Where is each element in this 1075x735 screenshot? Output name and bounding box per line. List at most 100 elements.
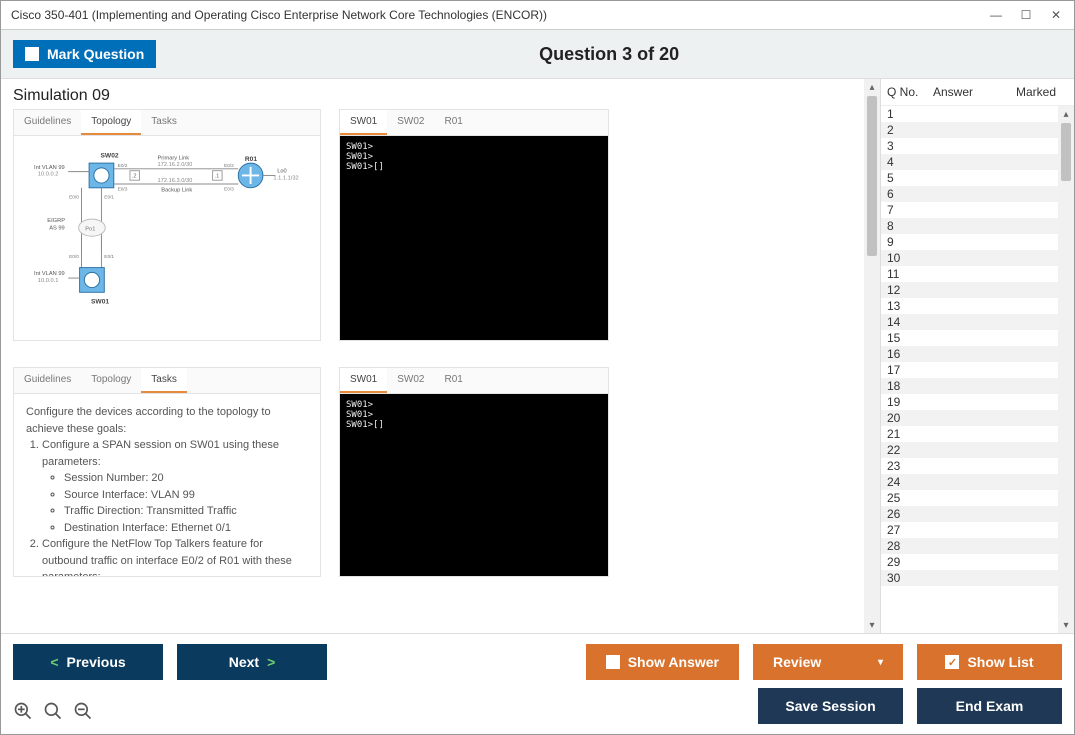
zoom-reset-icon[interactable] bbox=[43, 701, 63, 721]
app-window: Cisco 350-401 (Implementing and Operatin… bbox=[0, 0, 1075, 735]
question-row[interactable]: 10 bbox=[881, 250, 1058, 266]
tab-tasks[interactable]: Tasks bbox=[141, 110, 187, 135]
terminal-1[interactable]: SW01> SW01> SW01>[] bbox=[340, 136, 608, 340]
show-list-button[interactable]: ✓ Show List bbox=[917, 644, 1062, 680]
question-row[interactable]: 1 bbox=[881, 106, 1058, 122]
question-row[interactable]: 7 bbox=[881, 202, 1058, 218]
question-row[interactable]: 14 bbox=[881, 314, 1058, 330]
minimize-icon[interactable]: — bbox=[988, 7, 1004, 23]
backup-ip: 172.16.3.0/30 bbox=[158, 178, 193, 184]
topology-diagram: SW02 Int VLAN 99 10.0.0.2 R01 bbox=[14, 136, 320, 340]
previous-button[interactable]: < Previous bbox=[13, 644, 163, 680]
question-row[interactable]: 30 bbox=[881, 570, 1058, 586]
checkbox-icon bbox=[606, 655, 620, 669]
col-marked: Marked bbox=[1016, 85, 1068, 99]
question-row[interactable]: 16 bbox=[881, 346, 1058, 362]
zoom-out-icon[interactable] bbox=[73, 701, 93, 721]
col-answer: Answer bbox=[933, 85, 1016, 99]
col-qno: Q No. bbox=[887, 85, 933, 99]
tab-guidelines-2[interactable]: Guidelines bbox=[14, 368, 81, 393]
question-row[interactable]: 23 bbox=[881, 458, 1058, 474]
term2-tab-r01[interactable]: R01 bbox=[434, 368, 472, 393]
term-line: SW01> bbox=[346, 410, 602, 420]
tasks-card: Guidelines Topology Tasks Configure the … bbox=[13, 367, 321, 577]
end-exam-button[interactable]: End Exam bbox=[917, 688, 1062, 724]
question-row[interactable]: 29 bbox=[881, 554, 1058, 570]
term2-tab-sw02[interactable]: SW02 bbox=[387, 368, 434, 393]
question-row[interactable]: 17 bbox=[881, 362, 1058, 378]
tab-topology[interactable]: Topology bbox=[81, 110, 141, 135]
tab-topology-2[interactable]: Topology bbox=[81, 368, 141, 393]
task-1d: Destination Interface: Ethernet 0/1 bbox=[64, 520, 308, 537]
lo0-ip: 1.1.1.1/32 bbox=[273, 175, 298, 181]
task-1c: Traffic Direction: Transmitted Traffic bbox=[64, 503, 308, 520]
question-row[interactable]: 12 bbox=[881, 282, 1058, 298]
sw02-label: SW02 bbox=[101, 152, 119, 159]
main-scrollbar[interactable]: ▴ ▾ bbox=[864, 79, 880, 633]
scroll-down-icon[interactable]: ▾ bbox=[1058, 617, 1074, 633]
save-session-button[interactable]: Save Session bbox=[758, 688, 903, 724]
question-row[interactable]: 4 bbox=[881, 154, 1058, 170]
top-bar: Mark Question Question 3 of 20 bbox=[1, 30, 1074, 79]
scroll-down-icon[interactable]: ▾ bbox=[864, 617, 880, 633]
maximize-icon[interactable]: ☐ bbox=[1018, 7, 1034, 23]
show-answer-label: Show Answer bbox=[628, 654, 719, 670]
chevron-left-icon: < bbox=[50, 654, 58, 670]
question-row[interactable]: 27 bbox=[881, 522, 1058, 538]
panel-row-2: Guidelines Topology Tasks Configure the … bbox=[13, 367, 874, 577]
terminal-2[interactable]: SW01> SW01> SW01>[] bbox=[340, 394, 608, 576]
question-row[interactable]: 15 bbox=[881, 330, 1058, 346]
question-row[interactable]: 24 bbox=[881, 474, 1058, 490]
list-scrollbar[interactable]: ▴ ▾ bbox=[1058, 106, 1074, 633]
term1-tab-r01[interactable]: R01 bbox=[434, 110, 472, 135]
tab-guidelines[interactable]: Guidelines bbox=[14, 110, 81, 135]
svg-text:E0/0: E0/0 bbox=[69, 254, 79, 260]
question-list-panel: Q No. Answer Marked 12345678910111213141… bbox=[880, 79, 1074, 633]
as-label: AS 99 bbox=[49, 226, 64, 232]
question-row[interactable]: 5 bbox=[881, 170, 1058, 186]
question-row[interactable]: 2 bbox=[881, 122, 1058, 138]
term2-tab-sw01[interactable]: SW01 bbox=[340, 368, 387, 393]
lo0-label: Lo0 bbox=[277, 169, 287, 175]
question-row[interactable]: 6 bbox=[881, 186, 1058, 202]
question-row[interactable]: 11 bbox=[881, 266, 1058, 282]
task-1: Configure a SPAN session on SW01 using t… bbox=[42, 437, 308, 536]
zoom-in-icon[interactable] bbox=[13, 701, 33, 721]
show-answer-button[interactable]: Show Answer bbox=[586, 644, 739, 680]
title-bar: Cisco 350-401 (Implementing and Operatin… bbox=[1, 1, 1074, 30]
question-row[interactable]: 3 bbox=[881, 138, 1058, 154]
question-row[interactable]: 8 bbox=[881, 218, 1058, 234]
close-icon[interactable]: ✕ bbox=[1048, 7, 1064, 23]
term1-tab-sw02[interactable]: SW02 bbox=[387, 110, 434, 135]
mark-question-button[interactable]: Mark Question bbox=[13, 40, 156, 68]
review-dropdown[interactable]: Review ▾ bbox=[753, 644, 903, 680]
question-row[interactable]: 26 bbox=[881, 506, 1058, 522]
chevron-down-icon: ▾ bbox=[878, 657, 883, 668]
question-row[interactable]: 21 bbox=[881, 426, 1058, 442]
question-row[interactable]: 18 bbox=[881, 378, 1058, 394]
tasks-intro: Configure the devices according to the t… bbox=[26, 404, 308, 437]
scroll-up-icon[interactable]: ▴ bbox=[864, 79, 880, 95]
question-row[interactable]: 28 bbox=[881, 538, 1058, 554]
terminal-card-1: SW01 SW02 R01 SW01> SW01> SW01>[] bbox=[339, 109, 609, 341]
footer: < Previous Next > Show Answer Review ▾ ✓… bbox=[1, 633, 1074, 734]
question-row[interactable]: 9 bbox=[881, 234, 1058, 250]
scroll-thumb[interactable] bbox=[1061, 123, 1071, 181]
svg-text:E0/2: E0/2 bbox=[224, 163, 234, 169]
question-row[interactable]: 22 bbox=[881, 442, 1058, 458]
show-list-label: Show List bbox=[967, 654, 1033, 670]
scroll-thumb[interactable] bbox=[867, 96, 877, 256]
tab-tasks-2[interactable]: Tasks bbox=[141, 368, 187, 393]
question-row[interactable]: 25 bbox=[881, 490, 1058, 506]
question-row[interactable]: 13 bbox=[881, 298, 1058, 314]
term-line: SW01> bbox=[346, 400, 602, 410]
term1-tab-sw01[interactable]: SW01 bbox=[340, 110, 387, 135]
next-button[interactable]: Next > bbox=[177, 644, 327, 680]
question-list: 1234567891011121314151617181920212223242… bbox=[881, 106, 1074, 633]
question-row[interactable]: 20 bbox=[881, 410, 1058, 426]
scroll-up-icon[interactable]: ▴ bbox=[1058, 106, 1074, 122]
term-line: SW01> bbox=[346, 152, 602, 162]
terminal1-tabs: SW01 SW02 R01 bbox=[340, 110, 608, 136]
question-header: Question 3 of 20 bbox=[156, 44, 1062, 65]
question-row[interactable]: 19 bbox=[881, 394, 1058, 410]
